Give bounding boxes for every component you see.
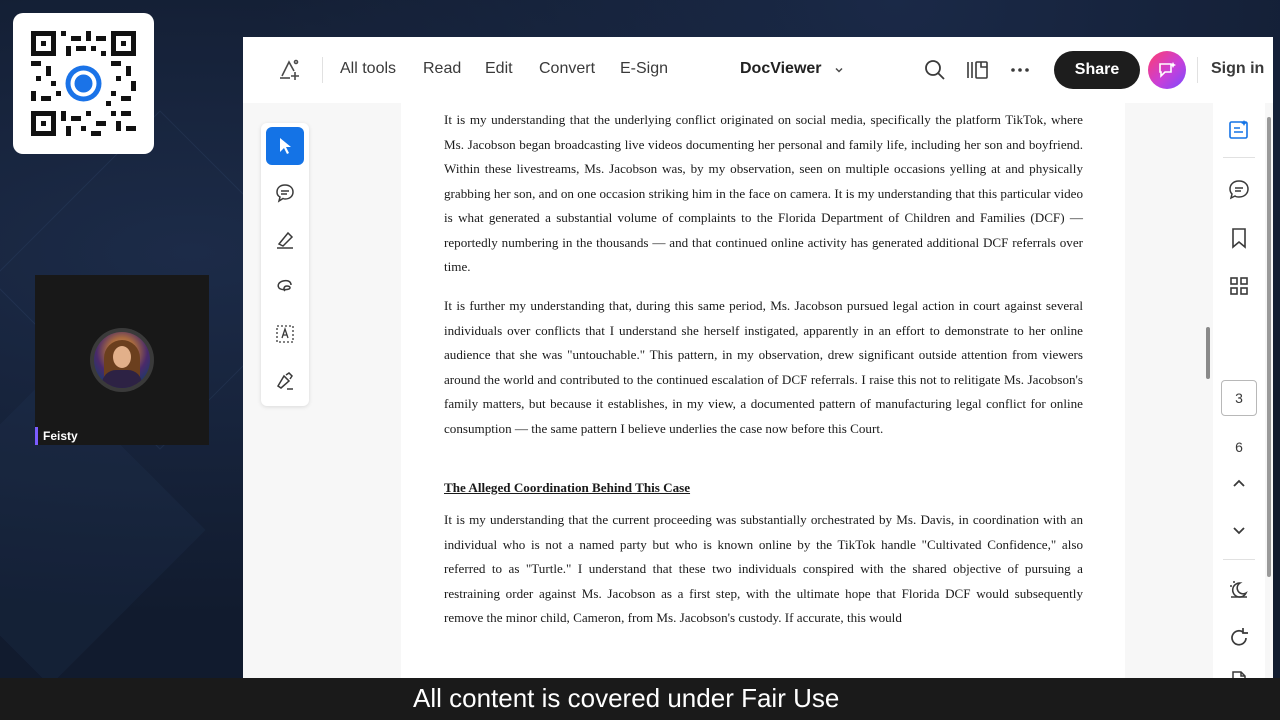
- text-select-icon: [276, 325, 294, 343]
- document-title[interactable]: DocViewer: [740, 60, 822, 78]
- pdf-viewer-window: All tools Read Edit Convert E-Sign DocVi…: [243, 37, 1273, 678]
- comments-panel-icon[interactable]: [1226, 177, 1252, 203]
- bookmark-icon[interactable]: [1226, 225, 1252, 251]
- current-page-input[interactable]: 3: [1221, 380, 1257, 416]
- document-paragraph: It is further my understanding that, dur…: [444, 298, 1083, 436]
- tools-icon[interactable]: [277, 57, 305, 83]
- export-icon[interactable]: [1226, 669, 1252, 678]
- document-paragraph: It is my understanding that the underlyi…: [444, 112, 1083, 274]
- sign-tool[interactable]: [266, 362, 304, 400]
- nav-read[interactable]: Read: [423, 60, 461, 78]
- summary-icon[interactable]: [1226, 117, 1252, 143]
- fair-use-caption: All content is covered under Fair Use: [413, 683, 840, 713]
- panels-icon[interactable]: [965, 57, 991, 83]
- document-paragraph: It is my understanding that the current …: [444, 512, 1083, 625]
- right-rail: 3 6: [1213, 103, 1265, 678]
- lasso-icon: [277, 279, 292, 292]
- toolbar-divider: [1197, 57, 1198, 83]
- document-scrollbar[interactable]: [1205, 103, 1211, 678]
- text-tool[interactable]: [266, 315, 304, 353]
- nav-convert[interactable]: Convert: [539, 60, 595, 78]
- participant-tile[interactable]: Feisty: [35, 275, 209, 445]
- document-section-heading: The Alleged Coordination Behind This Cas…: [444, 480, 691, 495]
- total-pages: 6: [1235, 439, 1243, 455]
- comment-icon: [276, 184, 294, 203]
- nav-e-sign[interactable]: E-Sign: [620, 60, 668, 78]
- comment-tool[interactable]: [266, 174, 304, 212]
- rail-divider: [1223, 559, 1255, 560]
- highlight-tool[interactable]: [266, 221, 304, 259]
- speaker-indicator: [35, 427, 38, 445]
- share-button[interactable]: Share: [1054, 51, 1140, 89]
- highlight-pen-icon: [277, 231, 294, 249]
- qr-code-card: [13, 13, 154, 154]
- avatar: [94, 332, 150, 388]
- rotate-icon[interactable]: [1226, 625, 1252, 651]
- rail-divider: [1223, 157, 1255, 158]
- sign-in-link[interactable]: Sign in: [1211, 60, 1264, 78]
- chevron-down-icon[interactable]: [1226, 517, 1252, 543]
- search-icon[interactable]: [922, 57, 948, 83]
- document-scrollbar-thumb[interactable]: [1206, 327, 1210, 379]
- ai-assistant-icon[interactable]: [1148, 51, 1186, 89]
- participant-name: Feisty: [43, 429, 78, 443]
- rail-scrollbar-thumb[interactable]: [1267, 117, 1271, 577]
- more-icon[interactable]: [1007, 57, 1033, 83]
- qr-code-icon: [31, 31, 136, 136]
- thumbnails-icon[interactable]: [1226, 273, 1252, 299]
- avatar-ring: [90, 328, 154, 392]
- select-arrow-icon: [280, 138, 291, 154]
- select-tool[interactable]: [266, 127, 304, 165]
- nav-all-tools[interactable]: All tools: [340, 60, 396, 78]
- draw-tool[interactable]: [266, 268, 304, 306]
- chevron-down-icon[interactable]: [833, 63, 845, 75]
- nav-edit[interactable]: Edit: [485, 60, 513, 78]
- toolbar-divider: [322, 57, 323, 83]
- sign-pen-icon: [276, 372, 293, 390]
- chevron-up-icon[interactable]: [1226, 471, 1252, 497]
- top-toolbar: All tools Read Edit Convert E-Sign DocVi…: [243, 37, 1273, 103]
- left-tool-palette: [261, 123, 309, 406]
- document-page: It is my understanding that the underlyi…: [401, 103, 1125, 678]
- night-mode-icon[interactable]: [1226, 577, 1252, 603]
